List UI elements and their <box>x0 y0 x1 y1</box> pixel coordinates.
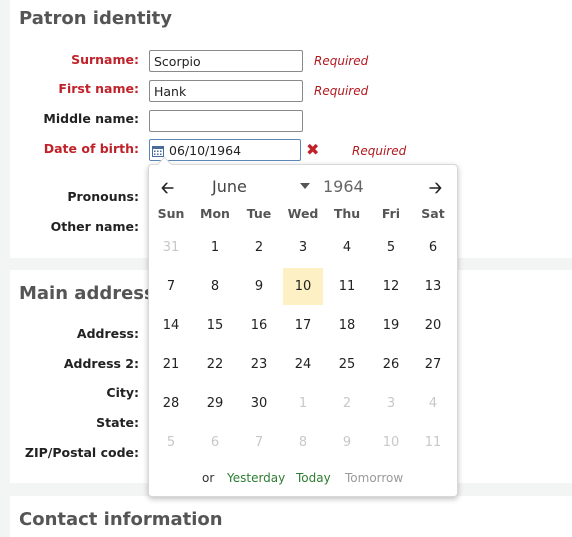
city-label: City: <box>106 385 139 400</box>
weekday-header: Thu <box>333 206 361 221</box>
middle-name-input[interactable] <box>149 110 303 132</box>
calendar-day-other-month[interactable]: 5 <box>151 424 191 461</box>
calendar-day[interactable]: 9 <box>239 268 279 305</box>
month-select[interactable]: June <box>212 177 247 196</box>
prev-month-icon[interactable]: 🡠 <box>161 177 174 204</box>
calendar-icon[interactable] <box>152 145 164 157</box>
calendar-day[interactable]: 3 <box>283 229 323 266</box>
middle-name-label: Middle name: <box>43 111 139 126</box>
calendar-day-other-month[interactable]: 31 <box>151 229 191 266</box>
calendar-day[interactable]: 25 <box>327 346 367 383</box>
calendar-day[interactable]: 12 <box>371 268 411 305</box>
weekday-header: Sun <box>157 206 185 221</box>
calendar-day-other-month[interactable]: 10 <box>371 424 411 461</box>
weekday-header: Mon <box>200 206 230 221</box>
date-of-birth-required: Required <box>352 144 407 158</box>
calendar-day[interactable]: 11 <box>327 268 367 305</box>
calendar-day[interactable]: 24 <box>283 346 323 383</box>
calendar-day-other-month[interactable]: 9 <box>327 424 367 461</box>
tomorrow-link[interactable]: Tomorrow <box>345 471 403 485</box>
calendar-day-other-month[interactable]: 6 <box>195 424 235 461</box>
yesterday-link[interactable]: Yesterday <box>227 471 285 485</box>
calendar-day[interactable]: 18 <box>327 307 367 344</box>
next-month-icon[interactable]: 🡢 <box>429 177 442 204</box>
weekday-header: Sat <box>421 206 445 221</box>
surname-required: Required <box>314 54 369 68</box>
calendar-day[interactable]: 10 <box>283 268 323 305</box>
calendar-day[interactable]: 28 <box>151 385 191 422</box>
calendar-day[interactable]: 8 <box>195 268 235 305</box>
pronouns-label: Pronouns: <box>67 189 139 204</box>
calendar-day[interactable]: 19 <box>371 307 411 344</box>
today-link[interactable]: Today <box>296 471 331 485</box>
calendar-day[interactable]: 20 <box>413 307 453 344</box>
calendar-day-other-month[interactable]: 11 <box>413 424 453 461</box>
main-address-title: Main address <box>19 283 155 304</box>
state-label: State: <box>96 415 139 430</box>
calendar-day-other-month[interactable]: 3 <box>371 385 411 422</box>
date-of-birth-label: Date of birth: <box>43 141 139 156</box>
patron-identity-title: Patron identity <box>19 8 172 29</box>
weekday-header: Wed <box>287 206 319 221</box>
calendar-day[interactable]: 29 <box>195 385 235 422</box>
surname-input[interactable] <box>149 50 303 72</box>
calendar-day[interactable]: 14 <box>151 307 191 344</box>
calendar-day-other-month[interactable]: 8 <box>283 424 323 461</box>
calendar-day[interactable]: 6 <box>413 229 453 266</box>
calendar-day[interactable]: 4 <box>327 229 367 266</box>
quick-or-label: or <box>202 471 215 485</box>
calendar-day[interactable]: 15 <box>195 307 235 344</box>
calendar-day[interactable]: 7 <box>151 268 191 305</box>
calendar-day[interactable]: 22 <box>195 346 235 383</box>
calendar-day[interactable]: 23 <box>239 346 279 383</box>
calendar-day-other-month[interactable]: 4 <box>413 385 453 422</box>
weekday-header: Fri <box>381 206 401 221</box>
calendar-day[interactable]: 27 <box>413 346 453 383</box>
date-of-birth-input[interactable] <box>149 139 301 161</box>
first-name-input[interactable] <box>149 80 303 102</box>
surname-label: Surname: <box>71 52 139 67</box>
contact-information-title: Contact information <box>19 509 223 530</box>
calendar-day[interactable]: 17 <box>283 307 323 344</box>
weekday-header: Tue <box>246 206 272 221</box>
address2-label: Address 2: <box>63 356 139 371</box>
address-label: Address: <box>76 326 139 341</box>
clear-date-icon[interactable]: ✖ <box>306 140 319 159</box>
calendar-day[interactable]: 2 <box>239 229 279 266</box>
other-name-label: Other name: <box>50 219 139 234</box>
calendar-day[interactable]: 30 <box>239 385 279 422</box>
calendar-day[interactable]: 5 <box>371 229 411 266</box>
calendar-day-other-month[interactable]: 1 <box>283 385 323 422</box>
calendar-day-other-month[interactable]: 2 <box>327 385 367 422</box>
calendar-day[interactable]: 26 <box>371 346 411 383</box>
calendar-day-other-month[interactable]: 7 <box>239 424 279 461</box>
calendar-day[interactable]: 21 <box>151 346 191 383</box>
zip-label: ZIP/Postal code: <box>24 445 139 460</box>
first-name-label: First name: <box>58 81 139 96</box>
calendar-day[interactable]: 1 <box>195 229 235 266</box>
calendar-day[interactable]: 16 <box>239 307 279 344</box>
first-name-required: Required <box>314 84 369 98</box>
datepicker-popup: 🡠 June 1964 🡢 or Yesterday Today Tomorro… <box>148 156 458 497</box>
calendar-day[interactable]: 13 <box>413 268 453 305</box>
year-input[interactable]: 1964 <box>323 177 364 196</box>
month-select-caret-icon[interactable] <box>300 183 310 189</box>
